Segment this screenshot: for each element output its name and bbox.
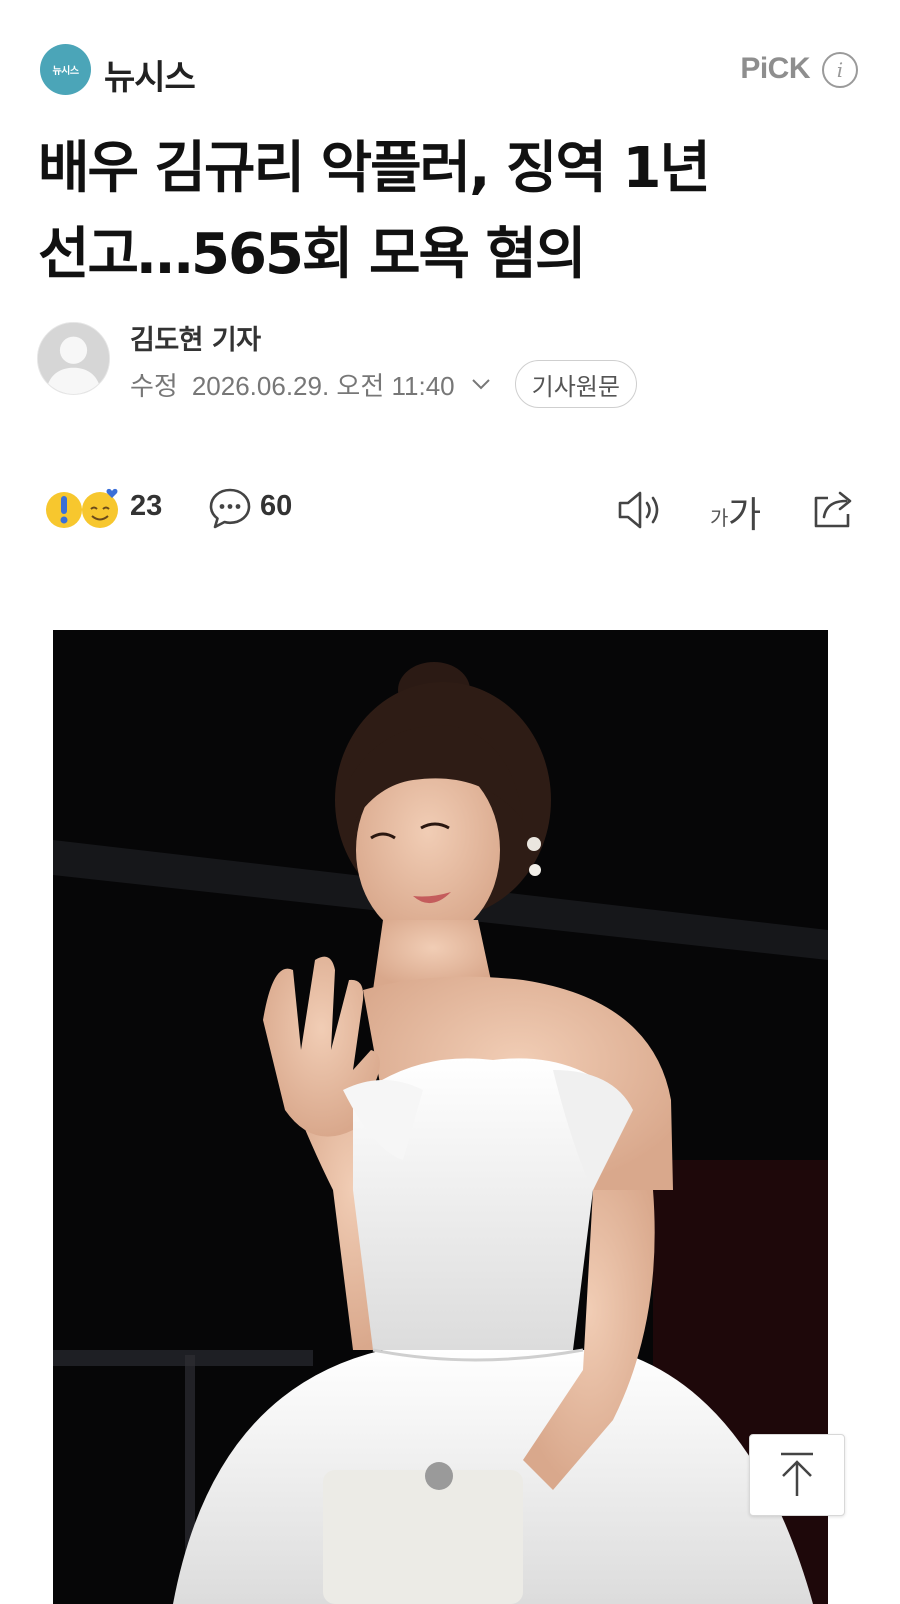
scroll-top-button[interactable] bbox=[749, 1434, 845, 1516]
date-label: 수정 bbox=[130, 371, 178, 402]
speaker-icon[interactable] bbox=[616, 488, 666, 532]
font-size-big-label: 가 bbox=[728, 495, 762, 536]
article-toolbar: 23 60 가 가 bbox=[44, 482, 856, 538]
date-text: 2026.06.29. 오전 11:40 bbox=[191, 370, 455, 401]
chevron-down-icon[interactable] bbox=[469, 372, 493, 396]
date-row: 수정 2026.06.29. 오전 11:40 기사원문 bbox=[130, 360, 637, 408]
reaction-icons[interactable] bbox=[44, 487, 124, 533]
article-page: 뉴시스 뉴시스 PiCK i 배우 김규리 악플러, 징역 1년 선고…565회… bbox=[0, 0, 900, 1604]
press-logo-text: 뉴시스 bbox=[52, 66, 79, 77]
reporter-avatar-icon[interactable] bbox=[37, 322, 110, 395]
arrow-up-icon bbox=[781, 1452, 813, 1496]
reaction-count: 23 bbox=[130, 490, 163, 522]
pick-badge: PiCK bbox=[740, 52, 810, 85]
article-title-line-1: 배우 김규리 악플러, 징역 1년 bbox=[38, 136, 711, 201]
comment-count: 60 bbox=[260, 490, 293, 522]
font-size-small-label: 가 bbox=[710, 506, 729, 530]
article-title-line-2: 선고…565회 모욕 혐의 bbox=[38, 222, 587, 287]
press-logo[interactable]: 뉴시스 bbox=[40, 44, 91, 95]
share-icon[interactable] bbox=[810, 486, 856, 530]
press-header: 뉴시스 뉴시스 PiCK i bbox=[40, 44, 860, 98]
article-title: 배우 김규리 악플러, 징역 1년 선고…565회 모욕 혐의 bbox=[38, 126, 838, 298]
original-article-button[interactable]: 기사원문 bbox=[514, 360, 637, 408]
font-size-icon[interactable]: 가 가 bbox=[704, 484, 764, 536]
article-photo[interactable] bbox=[53, 630, 828, 1604]
press-name[interactable]: 뉴시스 bbox=[104, 50, 196, 99]
reporter-name[interactable]: 김도현 기자 bbox=[130, 318, 261, 357]
info-icon[interactable]: i bbox=[822, 52, 858, 88]
comment-icon[interactable] bbox=[208, 486, 252, 530]
